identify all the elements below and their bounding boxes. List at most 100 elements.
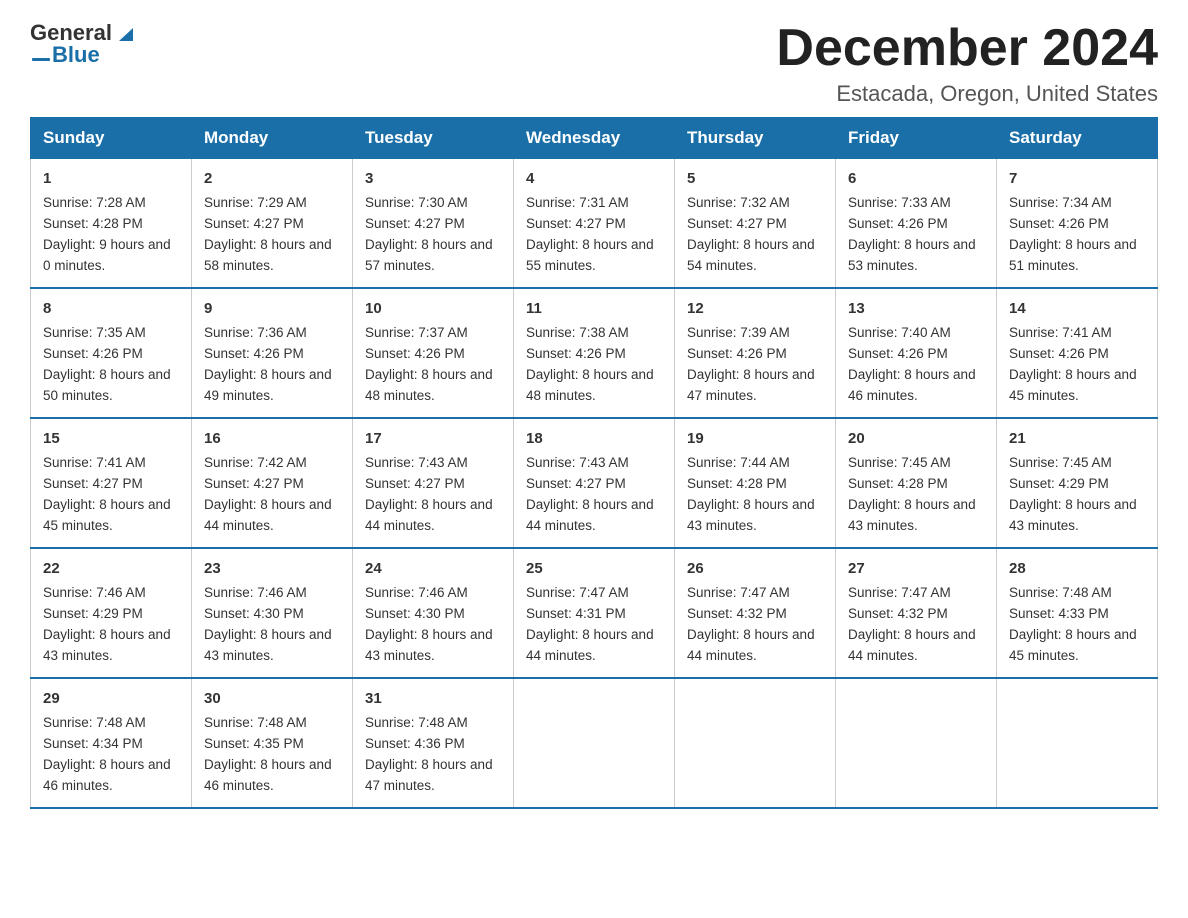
sunrise-label: Sunrise: 7:48 AM xyxy=(365,715,468,730)
sunset-label: Sunset: 4:26 PM xyxy=(1009,346,1109,361)
daylight-label: Daylight: 8 hours and 43 minutes. xyxy=(365,627,493,663)
sunrise-label: Sunrise: 7:48 AM xyxy=(204,715,307,730)
calendar-week-row: 1 Sunrise: 7:28 AM Sunset: 4:28 PM Dayli… xyxy=(31,159,1158,288)
sunset-label: Sunset: 4:34 PM xyxy=(43,736,143,751)
logo-blue-text: Blue xyxy=(52,42,100,68)
sunrise-label: Sunrise: 7:43 AM xyxy=(365,455,468,470)
sunset-label: Sunset: 4:27 PM xyxy=(204,216,304,231)
sunset-label: Sunset: 4:27 PM xyxy=(43,476,143,491)
calendar-cell: 11 Sunrise: 7:38 AM Sunset: 4:26 PM Dayl… xyxy=(514,288,675,418)
daylight-label: Daylight: 8 hours and 58 minutes. xyxy=(204,237,332,273)
sunrise-label: Sunrise: 7:46 AM xyxy=(365,585,468,600)
sunset-label: Sunset: 4:27 PM xyxy=(365,476,465,491)
sunset-label: Sunset: 4:29 PM xyxy=(1009,476,1109,491)
daylight-label: Daylight: 8 hours and 54 minutes. xyxy=(687,237,815,273)
day-header-wednesday: Wednesday xyxy=(514,118,675,159)
calendar-cell: 23 Sunrise: 7:46 AM Sunset: 4:30 PM Dayl… xyxy=(192,548,353,678)
calendar-cell: 2 Sunrise: 7:29 AM Sunset: 4:27 PM Dayli… xyxy=(192,159,353,288)
calendar-week-row: 8 Sunrise: 7:35 AM Sunset: 4:26 PM Dayli… xyxy=(31,288,1158,418)
calendar-cell: 29 Sunrise: 7:48 AM Sunset: 4:34 PM Dayl… xyxy=(31,678,192,808)
calendar-cell: 5 Sunrise: 7:32 AM Sunset: 4:27 PM Dayli… xyxy=(675,159,836,288)
calendar-table: SundayMondayTuesdayWednesdayThursdayFrid… xyxy=(30,117,1158,809)
day-number: 4 xyxy=(526,167,662,190)
calendar-cell: 10 Sunrise: 7:37 AM Sunset: 4:26 PM Dayl… xyxy=(353,288,514,418)
calendar-cell: 12 Sunrise: 7:39 AM Sunset: 4:26 PM Dayl… xyxy=(675,288,836,418)
daylight-label: Daylight: 8 hours and 45 minutes. xyxy=(1009,627,1137,663)
calendar-cell xyxy=(997,678,1158,808)
calendar-cell: 14 Sunrise: 7:41 AM Sunset: 4:26 PM Dayl… xyxy=(997,288,1158,418)
day-header-friday: Friday xyxy=(836,118,997,159)
day-number: 11 xyxy=(526,297,662,320)
daylight-label: Daylight: 8 hours and 44 minutes. xyxy=(204,497,332,533)
calendar-cell xyxy=(514,678,675,808)
sunrise-label: Sunrise: 7:40 AM xyxy=(848,325,951,340)
daylight-label: Daylight: 8 hours and 44 minutes. xyxy=(687,627,815,663)
sunrise-label: Sunrise: 7:28 AM xyxy=(43,195,146,210)
sunrise-label: Sunrise: 7:47 AM xyxy=(526,585,629,600)
day-number: 24 xyxy=(365,557,501,580)
sunrise-label: Sunrise: 7:39 AM xyxy=(687,325,790,340)
day-number: 12 xyxy=(687,297,823,320)
day-header-saturday: Saturday xyxy=(997,118,1158,159)
sunset-label: Sunset: 4:26 PM xyxy=(365,346,465,361)
daylight-label: Daylight: 8 hours and 49 minutes. xyxy=(204,367,332,403)
calendar-cell: 8 Sunrise: 7:35 AM Sunset: 4:26 PM Dayli… xyxy=(31,288,192,418)
sunset-label: Sunset: 4:27 PM xyxy=(687,216,787,231)
sunrise-label: Sunrise: 7:47 AM xyxy=(848,585,951,600)
logo-blue-underline-icon xyxy=(32,48,50,62)
sunset-label: Sunset: 4:28 PM xyxy=(43,216,143,231)
sunrise-label: Sunrise: 7:48 AM xyxy=(43,715,146,730)
daylight-label: Daylight: 8 hours and 43 minutes. xyxy=(1009,497,1137,533)
day-number: 25 xyxy=(526,557,662,580)
sunset-label: Sunset: 4:30 PM xyxy=(204,606,304,621)
sunset-label: Sunset: 4:36 PM xyxy=(365,736,465,751)
day-number: 19 xyxy=(687,427,823,450)
calendar-cell: 31 Sunrise: 7:48 AM Sunset: 4:36 PM Dayl… xyxy=(353,678,514,808)
calendar-cell xyxy=(836,678,997,808)
calendar-cell: 19 Sunrise: 7:44 AM Sunset: 4:28 PM Dayl… xyxy=(675,418,836,548)
sunset-label: Sunset: 4:26 PM xyxy=(526,346,626,361)
day-number: 27 xyxy=(848,557,984,580)
sunset-label: Sunset: 4:27 PM xyxy=(526,476,626,491)
calendar-cell: 3 Sunrise: 7:30 AM Sunset: 4:27 PM Dayli… xyxy=(353,159,514,288)
day-number: 14 xyxy=(1009,297,1145,320)
daylight-label: Daylight: 8 hours and 45 minutes. xyxy=(1009,367,1137,403)
sunrise-label: Sunrise: 7:41 AM xyxy=(43,455,146,470)
day-number: 5 xyxy=(687,167,823,190)
sunset-label: Sunset: 4:28 PM xyxy=(687,476,787,491)
calendar-week-row: 22 Sunrise: 7:46 AM Sunset: 4:29 PM Dayl… xyxy=(31,548,1158,678)
calendar-cell: 16 Sunrise: 7:42 AM Sunset: 4:27 PM Dayl… xyxy=(192,418,353,548)
sunrise-label: Sunrise: 7:44 AM xyxy=(687,455,790,470)
day-number: 30 xyxy=(204,687,340,710)
daylight-label: Daylight: 8 hours and 47 minutes. xyxy=(687,367,815,403)
sunset-label: Sunset: 4:26 PM xyxy=(1009,216,1109,231)
day-number: 6 xyxy=(848,167,984,190)
calendar-cell: 24 Sunrise: 7:46 AM Sunset: 4:30 PM Dayl… xyxy=(353,548,514,678)
logo: General Blue xyxy=(30,20,137,68)
daylight-label: Daylight: 8 hours and 43 minutes. xyxy=(687,497,815,533)
day-number: 22 xyxy=(43,557,179,580)
sunset-label: Sunset: 4:35 PM xyxy=(204,736,304,751)
daylight-label: Daylight: 8 hours and 43 minutes. xyxy=(848,497,976,533)
daylight-label: Daylight: 8 hours and 50 minutes. xyxy=(43,367,171,403)
day-number: 3 xyxy=(365,167,501,190)
day-number: 20 xyxy=(848,427,984,450)
day-number: 29 xyxy=(43,687,179,710)
day-number: 8 xyxy=(43,297,179,320)
daylight-label: Daylight: 8 hours and 43 minutes. xyxy=(43,627,171,663)
sunset-label: Sunset: 4:33 PM xyxy=(1009,606,1109,621)
sunrise-label: Sunrise: 7:34 AM xyxy=(1009,195,1112,210)
day-header-thursday: Thursday xyxy=(675,118,836,159)
day-number: 26 xyxy=(687,557,823,580)
calendar-cell: 26 Sunrise: 7:47 AM Sunset: 4:32 PM Dayl… xyxy=(675,548,836,678)
sunset-label: Sunset: 4:32 PM xyxy=(848,606,948,621)
day-number: 1 xyxy=(43,167,179,190)
sunset-label: Sunset: 4:26 PM xyxy=(43,346,143,361)
sunset-label: Sunset: 4:26 PM xyxy=(204,346,304,361)
day-header-monday: Monday xyxy=(192,118,353,159)
calendar-week-row: 29 Sunrise: 7:48 AM Sunset: 4:34 PM Dayl… xyxy=(31,678,1158,808)
month-title: December 2024 xyxy=(776,20,1158,77)
sunset-label: Sunset: 4:31 PM xyxy=(526,606,626,621)
calendar-cell: 9 Sunrise: 7:36 AM Sunset: 4:26 PM Dayli… xyxy=(192,288,353,418)
title-block: December 2024 Estacada, Oregon, United S… xyxy=(776,20,1158,107)
